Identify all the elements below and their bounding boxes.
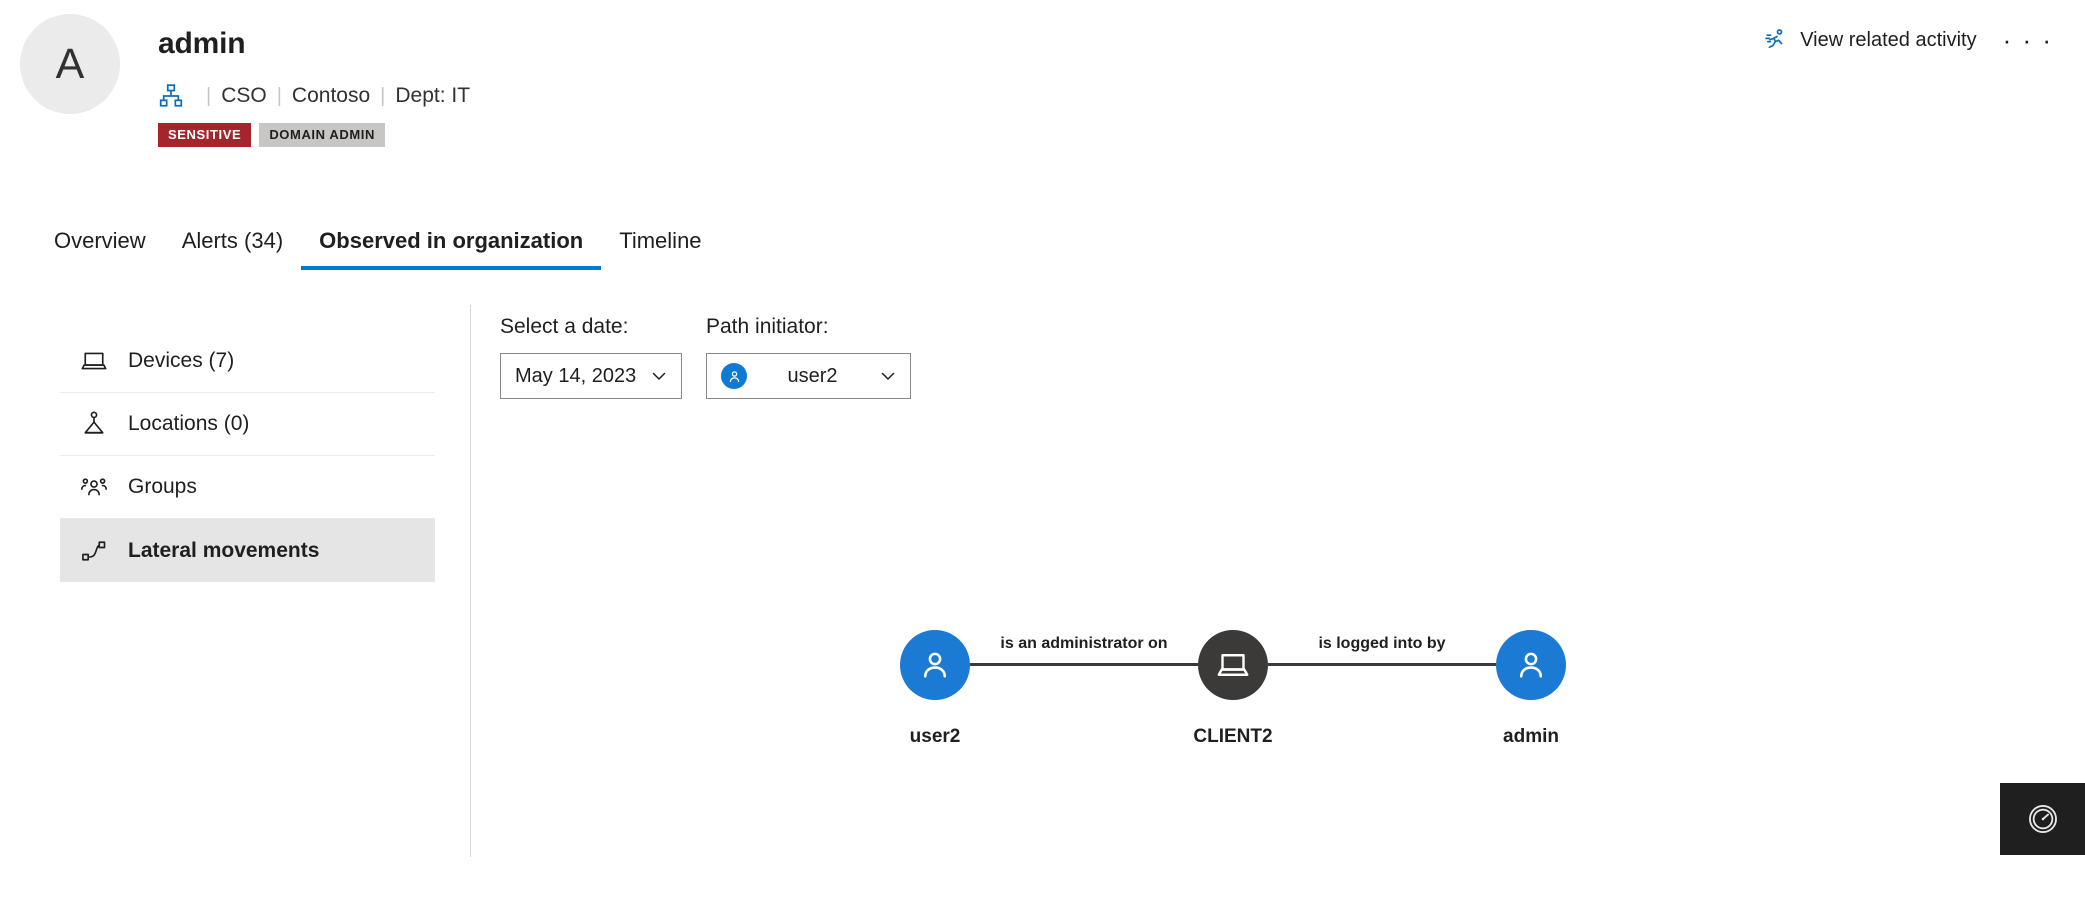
graph-edge-client2-admin: is logged into by bbox=[1268, 635, 1496, 666]
running-person-icon bbox=[1764, 28, 1788, 52]
meta-company: Contoso bbox=[291, 84, 371, 107]
sidebar-item-devices[interactable]: Devices (7) bbox=[60, 330, 435, 393]
badge-list: SENSITIVE DOMAIN ADMIN bbox=[158, 123, 470, 147]
category-sidebar: Devices (7) Locations (0) Groups Lateral… bbox=[60, 330, 435, 582]
tab-alerts[interactable]: Alerts (34) bbox=[164, 228, 301, 270]
path-initiator-group: Path initiator: user2 bbox=[706, 315, 911, 399]
avatar: A bbox=[20, 14, 120, 114]
path-initiator-value: user2 bbox=[787, 364, 838, 387]
org-hierarchy-icon bbox=[158, 83, 184, 109]
tab-timeline[interactable]: Timeline bbox=[601, 228, 719, 270]
graph-node-label: user2 bbox=[909, 726, 961, 747]
graph-node-admin[interactable]: admin bbox=[1496, 630, 1566, 747]
date-dropdown-value: May 14, 2023 bbox=[515, 364, 637, 387]
laptop-icon bbox=[80, 347, 108, 375]
identity-meta: | CSO | Contoso | Dept: IT bbox=[158, 83, 470, 109]
sidebar-item-label: Devices (7) bbox=[128, 349, 235, 372]
sidebar-item-lateral-movements[interactable]: Lateral movements bbox=[60, 519, 435, 582]
identity-details-page: A admin | CSO | Contoso | Dept: IT SENSI… bbox=[0, 0, 2085, 913]
filter-controls: Select a date: May 14, 2023 Path initiat… bbox=[500, 315, 911, 399]
sidebar-item-label: Groups bbox=[128, 475, 197, 498]
date-dropdown[interactable]: May 14, 2023 bbox=[500, 353, 682, 399]
status-badge-domain-admin: DOMAIN ADMIN bbox=[259, 123, 385, 147]
path-initiator-dropdown[interactable]: user2 bbox=[706, 353, 911, 399]
lateral-movement-icon bbox=[80, 537, 108, 565]
people-group-icon bbox=[80, 473, 108, 501]
graph-node-client2[interactable]: CLIENT2 bbox=[1193, 630, 1273, 747]
meta-separator: | bbox=[206, 85, 212, 107]
page-header: A admin | CSO | Contoso | Dept: IT SENSI… bbox=[0, 0, 2085, 185]
meta-department: Dept: IT bbox=[395, 84, 471, 107]
page-title: admin bbox=[158, 27, 246, 60]
person-icon bbox=[721, 363, 747, 389]
page-body: Devices (7) Locations (0) Groups Lateral… bbox=[0, 300, 2085, 913]
meta-separator: | bbox=[276, 85, 282, 107]
sidebar-item-locations[interactable]: Locations (0) bbox=[60, 393, 435, 456]
graph-node-label: admin bbox=[1503, 726, 1559, 747]
sidebar-item-groups[interactable]: Groups bbox=[60, 456, 435, 519]
meta-role: CSO bbox=[221, 84, 267, 107]
identity-block: admin | CSO | Contoso | Dept: IT SENSITI… bbox=[158, 26, 470, 147]
lateral-movement-graph: is an administrator on is logged into by… bbox=[900, 630, 1566, 790]
graph-edge-label: is logged into by bbox=[1318, 635, 1446, 652]
tab-bar: Overview Alerts (34) Observed in organiz… bbox=[0, 228, 2085, 280]
header-actions: View related activity · · · bbox=[1764, 27, 2059, 53]
sidebar-item-label: Lateral movements bbox=[128, 538, 320, 562]
graph-node-user2[interactable]: user2 bbox=[900, 630, 970, 747]
graph-node-label: CLIENT2 bbox=[1193, 726, 1273, 747]
status-badge-sensitive: SENSITIVE bbox=[158, 123, 252, 147]
graph-edge-label: is an administrator on bbox=[1000, 635, 1168, 652]
tab-overview[interactable]: Overview bbox=[36, 228, 164, 270]
gauge-icon bbox=[2026, 802, 2060, 836]
more-actions-button[interactable]: · · · bbox=[1997, 27, 2059, 53]
tab-observed-in-organization[interactable]: Observed in organization bbox=[301, 228, 602, 270]
sidebar-item-label: Locations (0) bbox=[128, 412, 250, 435]
avatar-initial: A bbox=[55, 39, 85, 88]
select-date-label: Select a date: bbox=[500, 315, 629, 338]
date-filter-group: Select a date: May 14, 2023 bbox=[500, 315, 682, 399]
location-person-icon bbox=[80, 410, 108, 438]
path-initiator-label: Path initiator: bbox=[706, 315, 829, 338]
chevron-down-icon bbox=[878, 366, 898, 386]
view-related-activity-button[interactable]: View related activity bbox=[1764, 28, 1977, 52]
view-related-activity-label: View related activity bbox=[1800, 28, 1977, 51]
graph-edge-user2-client2: is an administrator on bbox=[970, 635, 1198, 666]
meta-separator: | bbox=[380, 85, 386, 107]
vertical-divider bbox=[470, 305, 471, 857]
performance-widget-button[interactable] bbox=[2000, 783, 2085, 855]
chevron-down-icon bbox=[649, 366, 669, 386]
